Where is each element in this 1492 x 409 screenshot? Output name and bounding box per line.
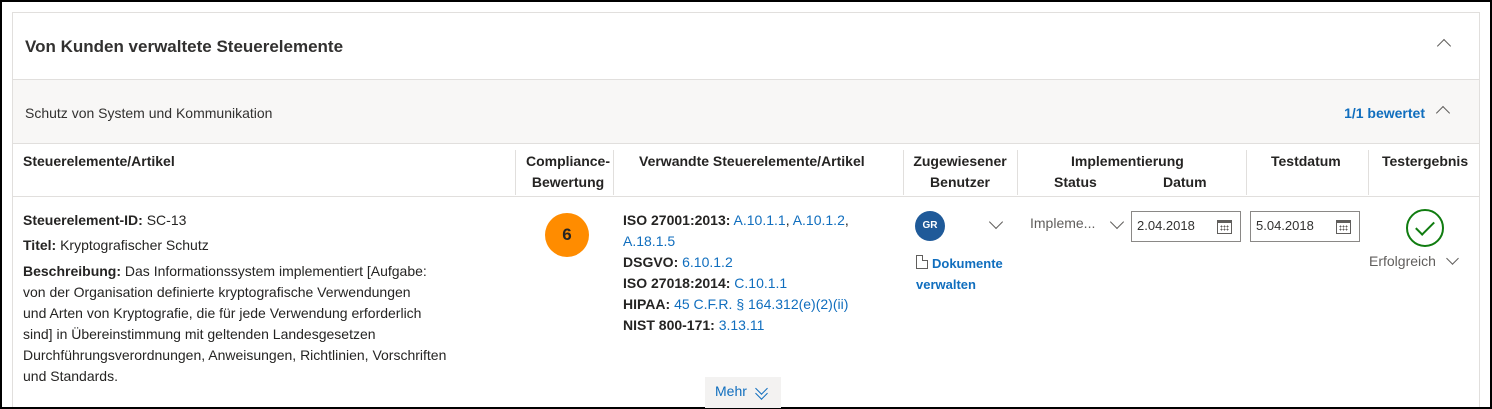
related-link[interactable]: A.18.1.5 [623,233,675,249]
test-result-dropdown[interactable]: Erfolgreich [1369,251,1436,272]
manage-documents-line1: Dokumente [932,256,1003,271]
column-header-impl-status[interactable]: Status [1054,172,1097,193]
manage-documents-link[interactable]: Dokumente verwalten [916,253,1003,295]
more-label: Mehr [715,383,747,399]
column-divider [1368,150,1369,195]
chevron-up-icon[interactable] [1435,105,1451,121]
implementation-date-input[interactable]: 2.04.2018 [1131,211,1241,242]
check-circle-icon [1406,209,1444,247]
chevron-up-icon[interactable] [1436,38,1452,54]
column-headers: Steuerelemente/Artikel Compliance- Bewer… [13,144,1479,197]
column-header-assigned-line1: Zugewiesener [913,153,1007,169]
implementation-date-value: 2.04.2018 [1137,218,1195,233]
manage-documents-line2: verwalten [916,277,976,292]
group-name: Schutz von System und Kommunikation [25,105,273,121]
related-link[interactable]: 3.13.11 [719,317,765,333]
control-id-value: SC-13 [146,212,187,228]
chevron-down-icon[interactable] [1446,252,1459,265]
related-controls: ISO 27001:2013: A.10.1.1, A.10.1.2, A.18… [623,212,849,333]
column-header-control[interactable]: Steuerelemente/Artikel [23,151,175,172]
column-header-implementation: Implementierung [1071,153,1184,169]
column-divider [613,150,614,195]
related-dsgvo-label: DSGVO: [623,254,679,270]
column-header-assigned-line2: Benutzer [930,174,990,190]
related-hipaa-label: HIPAA: [623,296,671,312]
description-line: und Arten von Kryptografie, die für jede… [23,305,422,321]
description-line: von der Organisation definierte kryptogr… [23,284,411,300]
column-header-score-line2: Bewertung [531,174,605,190]
column-divider [515,150,516,195]
description-line: Durchführungsverordnungen, Anweisungen, … [23,347,447,363]
control-title: Titel: Kryptografischer Schutz [23,235,209,256]
calendar-icon[interactable] [1217,220,1232,234]
column-header-test-date[interactable]: Testdatum [1271,151,1341,172]
control-id: Steuerelement-ID: SC-13 [23,210,186,231]
test-date-input[interactable]: 5.04.2018 [1250,211,1360,242]
related-link[interactable]: A.10.1.1 [734,212,786,228]
group-header[interactable]: Schutz von System und Kommunikation 1/1 … [13,80,1479,144]
chevron-down-icon[interactable] [1109,214,1125,230]
column-header-impl-date[interactable]: Datum [1163,172,1207,193]
calendar-icon[interactable] [1336,220,1351,234]
related-nist-label: NIST 800-171: [623,317,715,333]
chevron-down-icon[interactable] [988,214,1004,230]
control-id-label: Steuerelement-ID: [23,212,143,228]
related-iso27001-label: ISO 27001:2013: [623,212,731,228]
section-title: Von Kunden verwaltete Steuerelemente [25,37,344,56]
column-divider [1017,150,1018,195]
related-link[interactable]: 6.10.1.2 [682,254,733,270]
related-link[interactable]: C.10.1.1 [734,275,787,291]
avatar[interactable]: GR [915,211,945,241]
description-line: und Standards. [23,368,118,384]
description-line: sind] in Übereinstimmung mit geltenden L… [23,326,376,342]
test-date-value: 5.04.2018 [1256,218,1314,233]
related-iso27018-label: ISO 27018:2014: [623,275,731,291]
page-frame: Von Kunden verwaltete Steuerelemente Sch… [0,0,1492,409]
column-header-score[interactable]: Compliance- Bewertung [522,151,614,193]
column-header-related[interactable]: Verwandte Steuerelemente/Artikel [639,151,865,172]
column-divider [1246,150,1247,195]
column-divider [903,150,904,195]
controls-panel: Von Kunden verwaltete Steuerelemente Sch… [12,12,1480,408]
more-button[interactable]: Mehr [705,377,781,408]
group-count: 1/1 bewertet [1344,105,1425,121]
document-icon [916,255,928,269]
test-result-value: Erfolgreich [1369,253,1436,269]
related-link[interactable]: A.10.1.2 [793,212,845,228]
related-link[interactable]: 45 C.F.R. § 164.312(e)(2)(ii) [674,296,848,312]
section-header[interactable]: Von Kunden verwaltete Steuerelemente [13,13,1479,80]
control-title-value: Kryptografischer Schutz [60,237,209,253]
column-header-assigned[interactable]: Zugewiesener Benutzer [908,151,1012,193]
control-title-label: Titel: [23,237,57,253]
control-description-label: Beschreibung: [23,263,122,279]
compliance-score-badge: 6 [545,213,589,257]
implementation-status-value: Impleme... [1030,215,1096,231]
implementation-status-dropdown[interactable]: Impleme... [1030,213,1095,234]
control-description: Beschreibung: Das Informationssystem imp… [23,261,493,387]
description-line: Das Informationssystem implementiert [Au… [124,263,427,279]
column-header-test-result[interactable]: Testergebnis [1382,151,1468,172]
column-header-score-line1: Compliance- [525,153,610,169]
